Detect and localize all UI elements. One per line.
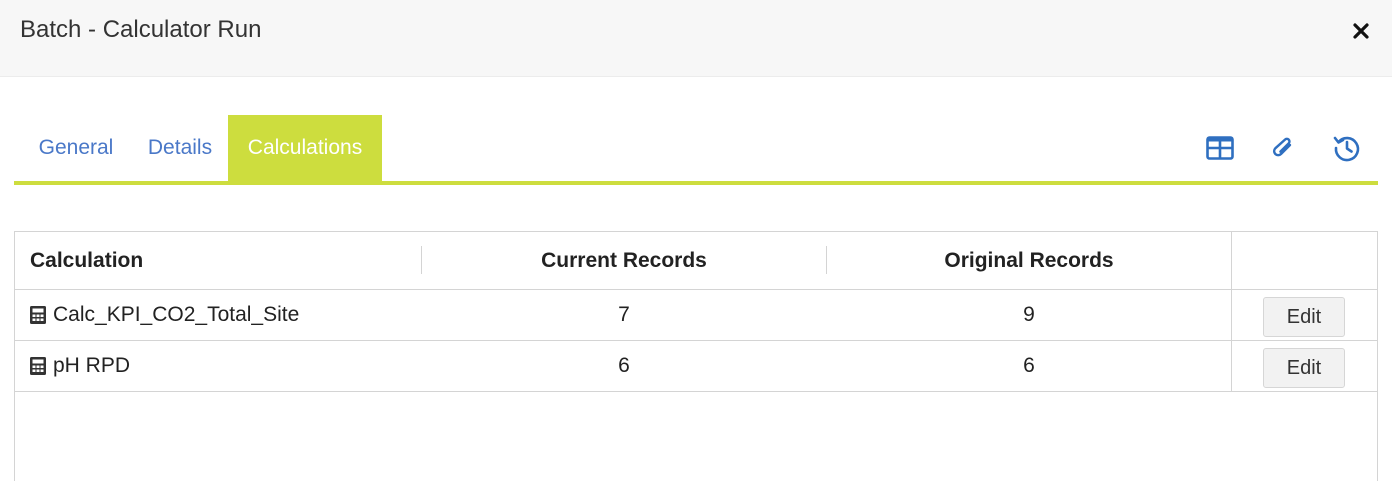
close-icon[interactable] xyxy=(1352,22,1370,40)
grid-header: Calculation Current Records Original Rec… xyxy=(15,232,1377,290)
column-header-calculation[interactable]: Calculation xyxy=(30,232,143,289)
tab-general[interactable]: General xyxy=(20,115,132,181)
edit-button[interactable]: Edit xyxy=(1263,348,1345,388)
dialog-title: Batch - Calculator Run xyxy=(20,16,262,43)
paperclip-icon xyxy=(1272,137,1292,157)
current-records-value: 7 xyxy=(618,303,630,326)
column-header-current-records[interactable]: Current Records xyxy=(422,232,826,289)
tab-underline xyxy=(14,181,1378,185)
tab-label: General xyxy=(38,136,114,159)
tab-calculations[interactable]: Calculations xyxy=(228,115,382,181)
tab-details[interactable]: Details xyxy=(132,115,228,181)
calculations-grid: Calculation Current Records Original Rec… xyxy=(14,231,1378,481)
original-records-value: 9 xyxy=(1023,303,1035,326)
table-row: Calc_KPI_CO2_Total_Site 7 9 Edit xyxy=(15,290,1377,341)
column-divider xyxy=(1231,341,1232,391)
history-icon xyxy=(1333,136,1360,162)
original-records-value: 6 xyxy=(1023,354,1035,377)
dialog-header: Batch - Calculator Run xyxy=(0,0,1392,77)
tab-label: Calculations xyxy=(247,136,363,159)
calculation-cell: pH RPD xyxy=(29,341,130,391)
table-view-button[interactable] xyxy=(1203,131,1237,165)
table-icon xyxy=(1206,136,1234,160)
calculation-name: pH RPD xyxy=(53,354,131,377)
column-divider xyxy=(1231,290,1232,340)
close-button[interactable] xyxy=(1346,14,1376,48)
column-divider xyxy=(1231,232,1232,289)
calculation-cell: Calc_KPI_CO2_Total_Site xyxy=(29,290,299,340)
calculator-icon xyxy=(30,306,46,324)
attachments-button[interactable] xyxy=(1266,131,1300,165)
tab-bar: General Details Calculations xyxy=(14,115,1378,185)
calculator-icon xyxy=(30,357,46,375)
column-header-original-records[interactable]: Original Records xyxy=(827,232,1231,289)
edit-button[interactable]: Edit xyxy=(1263,297,1345,337)
current-records-value: 6 xyxy=(618,354,630,377)
table-row: pH RPD 6 6 Edit xyxy=(15,341,1377,392)
history-button[interactable] xyxy=(1330,131,1364,165)
tab-label: Details xyxy=(147,136,213,159)
calculation-name: Calc_KPI_CO2_Total_Site xyxy=(53,303,300,326)
